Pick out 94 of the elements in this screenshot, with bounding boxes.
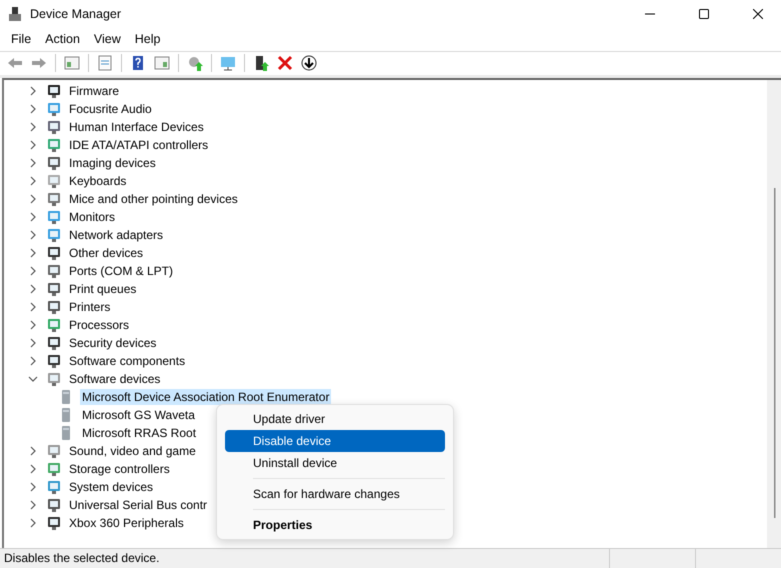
tree-item[interactable]: Monitors xyxy=(67,208,118,225)
device-icon xyxy=(46,298,62,315)
tree-item[interactable]: Software devices xyxy=(67,370,162,387)
chevron-right-icon[interactable] xyxy=(28,320,38,330)
tree-item[interactable]: Firmware xyxy=(67,82,121,99)
chevron-right-icon[interactable] xyxy=(28,176,38,186)
device-icon xyxy=(46,370,62,387)
menu-item[interactable]: Disable device xyxy=(225,430,445,452)
device-icon xyxy=(46,334,62,351)
chevron-right-icon[interactable] xyxy=(28,356,38,366)
tree-item[interactable]: Human Interface Devices xyxy=(67,118,206,135)
scan-monitor-icon xyxy=(219,54,237,72)
chevron-right-icon[interactable] xyxy=(28,482,38,492)
disable-device-icon xyxy=(300,54,318,72)
device-icon xyxy=(60,406,72,423)
device-icon xyxy=(46,514,62,531)
device-icon xyxy=(60,424,72,441)
tree-item[interactable]: Other devices xyxy=(67,244,146,261)
tree-item[interactable]: Microsoft RRAS Root xyxy=(80,424,198,441)
window-title: Device Manager xyxy=(30,7,122,21)
status-text: Disables the selected device. xyxy=(4,551,160,566)
tree-item[interactable]: Processors xyxy=(67,316,132,333)
tree-item[interactable]: Network adapters xyxy=(67,226,166,243)
device-icon xyxy=(46,244,62,261)
tree-item[interactable]: Print queues xyxy=(67,280,138,297)
tree-item[interactable]: Mice and other pointing devices xyxy=(67,190,240,207)
device-icon xyxy=(46,262,62,279)
maximize-icon xyxy=(699,9,709,19)
chevron-down-icon[interactable] xyxy=(28,374,38,384)
menu-item[interactable]: Properties xyxy=(225,514,445,536)
update-driver-icon xyxy=(186,54,204,72)
device-icon xyxy=(46,136,62,153)
action-pane-icon xyxy=(153,54,171,72)
device-icon xyxy=(46,226,62,243)
device-icon xyxy=(46,100,62,117)
tree-item[interactable]: Security devices xyxy=(67,334,158,351)
device-icon xyxy=(46,478,62,495)
tree-item[interactable]: Sound, video and game xyxy=(67,442,198,459)
device-icon xyxy=(60,388,72,405)
menu-item[interactable]: Scan for hardware changes xyxy=(225,482,445,505)
tree-item[interactable]: Xbox 360 Peripherals xyxy=(67,514,186,531)
tree-item[interactable]: Keyboards xyxy=(67,172,128,189)
chevron-right-icon[interactable] xyxy=(28,338,38,348)
menu-item[interactable]: Help xyxy=(128,32,168,46)
device-icon xyxy=(46,352,62,369)
chevron-right-icon[interactable] xyxy=(28,158,38,168)
device-icon xyxy=(46,208,62,225)
menu-item[interactable]: File xyxy=(4,32,38,46)
tree-item[interactable]: Software components xyxy=(67,352,188,369)
device-icon xyxy=(46,190,62,207)
tree-item[interactable]: Imaging devices xyxy=(67,154,158,171)
chevron-right-icon[interactable] xyxy=(28,86,38,96)
tree-item[interactable]: Ports (COM & LPT) xyxy=(67,262,176,279)
uninstall-icon xyxy=(276,54,294,72)
chevron-right-icon[interactable] xyxy=(28,302,38,312)
device-icon xyxy=(46,82,62,99)
menu-item[interactable]: Uninstall device xyxy=(225,452,445,474)
tree-item[interactable]: Microsoft GS Waveta xyxy=(80,406,197,423)
menu-item[interactable]: View xyxy=(86,32,128,46)
device-icon xyxy=(46,118,62,135)
chevron-right-icon[interactable] xyxy=(28,500,38,510)
chevron-right-icon[interactable] xyxy=(28,446,38,456)
menu-item[interactable]: Update driver xyxy=(225,408,445,430)
tree-item[interactable]: Storage controllers xyxy=(67,460,172,477)
chevron-right-icon[interactable] xyxy=(28,194,38,204)
device-icon xyxy=(46,460,62,477)
app-icon xyxy=(8,6,22,22)
tree-item[interactable]: Microsoft Device Association Root Enumerator xyxy=(80,388,332,405)
tree-item[interactable]: Universal Serial Bus contr xyxy=(67,496,210,513)
device-icon xyxy=(46,172,62,189)
device-icon xyxy=(46,280,62,297)
tree-item[interactable]: Focusrite Audio xyxy=(67,100,154,117)
chevron-right-icon[interactable] xyxy=(28,140,38,150)
close-icon xyxy=(753,9,763,19)
tree-view-icon xyxy=(63,54,81,72)
chevron-right-icon[interactable] xyxy=(28,122,38,132)
chevron-right-icon[interactable] xyxy=(28,518,38,528)
chevron-right-icon[interactable] xyxy=(28,104,38,114)
device-icon xyxy=(46,154,62,171)
device-icon xyxy=(46,442,62,459)
device-icon xyxy=(46,496,62,513)
chevron-right-icon[interactable] xyxy=(28,284,38,294)
chevron-right-icon[interactable] xyxy=(28,464,38,474)
menu-item[interactable]: Action xyxy=(38,32,87,46)
chevron-right-icon[interactable] xyxy=(28,248,38,258)
chevron-right-icon[interactable] xyxy=(28,266,38,276)
scrollbar[interactable] xyxy=(767,80,781,548)
chevron-right-icon[interactable] xyxy=(28,212,38,222)
tree-item[interactable]: Printers xyxy=(67,298,112,315)
tree-item[interactable]: System devices xyxy=(67,478,156,495)
tree-item[interactable]: IDE ATA/ATAPI controllers xyxy=(67,136,210,153)
chevron-right-icon[interactable] xyxy=(28,230,38,240)
device-icon xyxy=(46,316,62,333)
properties-icon xyxy=(96,54,114,72)
